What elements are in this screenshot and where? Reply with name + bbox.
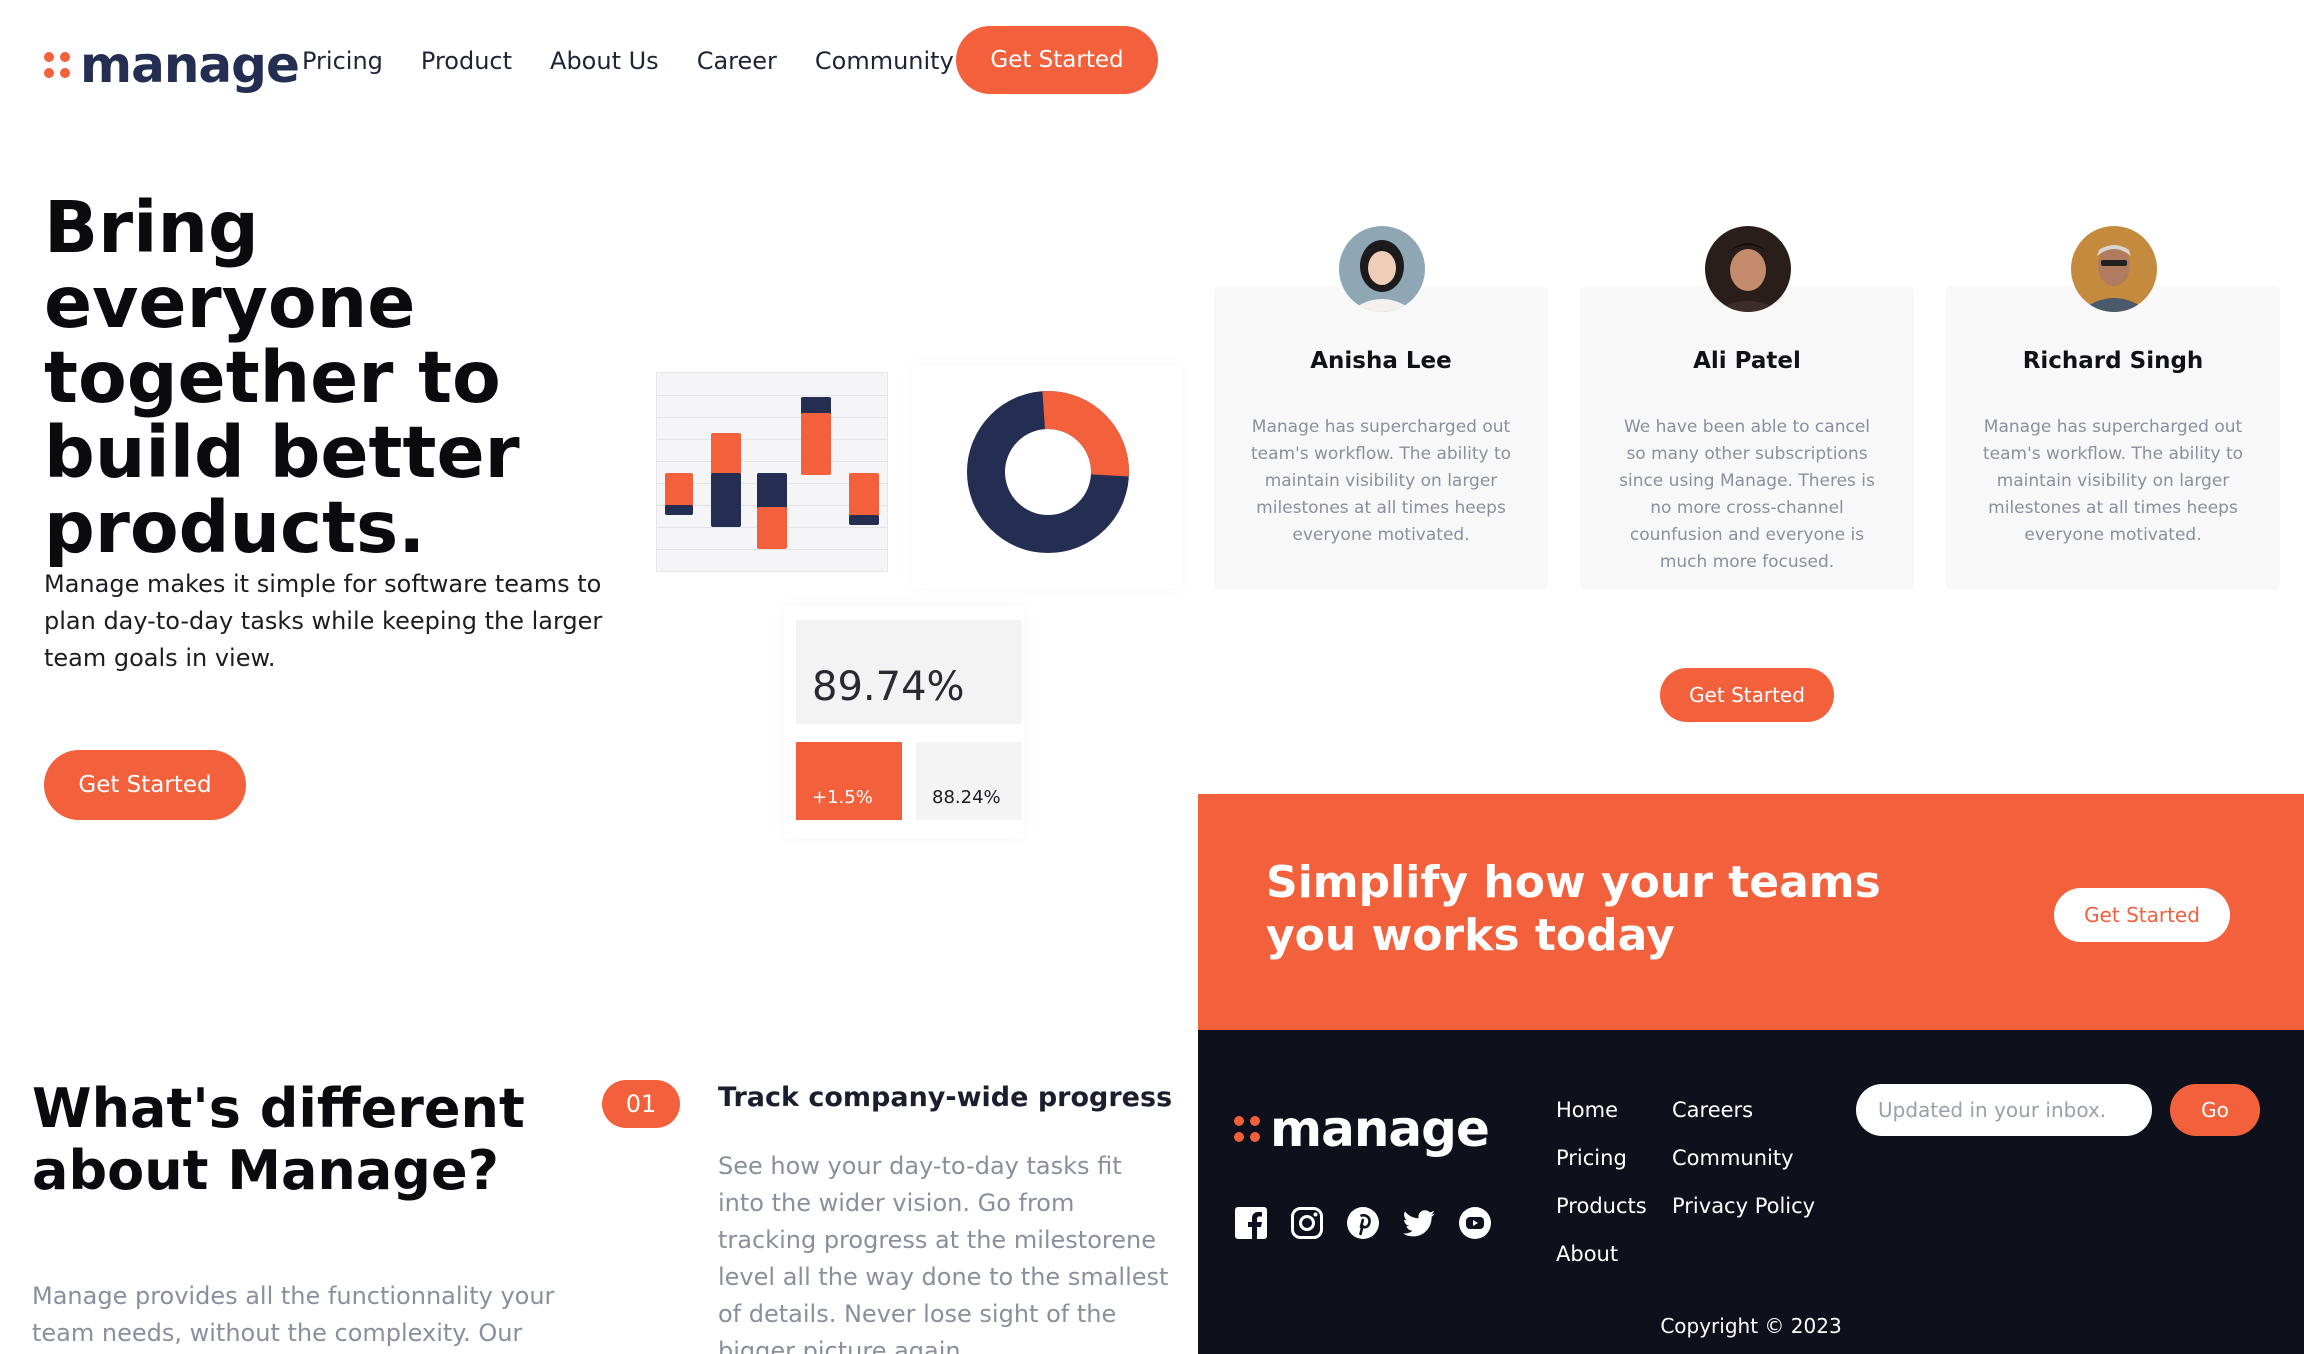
testimonial-card: Richard Singh Manage has supercharged ou…	[1946, 286, 2280, 590]
testimonial-name: Ali Patel	[1693, 348, 1801, 374]
cta-band-title: Simplify how your teams you works today	[1266, 857, 1881, 961]
different-text: Manage provides all the functionnality y…	[32, 1282, 555, 1347]
brand-logo[interactable]: manage	[44, 36, 300, 94]
testimonial-name: Anisha Lee	[1310, 348, 1452, 374]
cta-band-get-started-button[interactable]: Get Started	[2054, 888, 2230, 942]
footer-links-secondary: Careers Community Privacy Policy	[1672, 1086, 1815, 1230]
nav-item-product[interactable]: Product	[421, 44, 512, 78]
main-nav: Pricing Product About Us Career Communit…	[302, 44, 954, 78]
nav-item-career[interactable]: Career	[697, 44, 777, 78]
step-number-badge: 01	[602, 1080, 680, 1128]
hero-title: Bring everyone together to build better …	[44, 186, 520, 569]
testimonial-quote: Manage has supercharged out team's workf…	[1250, 417, 1512, 545]
footer-links-primary: Home Pricing Products About	[1556, 1086, 1647, 1278]
logo-text: manage	[1270, 1100, 1490, 1158]
nav-item-community[interactable]: Community	[815, 44, 954, 78]
footer-link-home[interactable]: Home	[1556, 1086, 1647, 1134]
footer: manage Home Pricing Products About Caree…	[1198, 1030, 2304, 1354]
twitter-icon[interactable]	[1402, 1206, 1436, 1240]
cta-band: Simplify how your teams you works today …	[1198, 794, 2304, 1030]
footer-link-community[interactable]: Community	[1672, 1134, 1815, 1182]
newsletter-email-input[interactable]	[1856, 1084, 2152, 1136]
instagram-icon[interactable]	[1290, 1206, 1324, 1240]
footer-link-privacy-policy[interactable]: Privacy Policy	[1672, 1182, 1815, 1230]
copyright-text: Copyright © 2023	[1660, 1314, 1842, 1338]
pinterest-icon[interactable]	[1346, 1206, 1380, 1240]
logo-dots-icon	[44, 52, 70, 78]
footer-link-careers[interactable]: Careers	[1672, 1086, 1815, 1134]
nav-item-about-us[interactable]: About Us	[550, 44, 659, 78]
hero-get-started-button[interactable]: Get Started	[44, 750, 246, 820]
nav-item-pricing[interactable]: Pricing	[302, 44, 383, 78]
testimonials-get-started-button[interactable]: Get Started	[1660, 668, 1834, 722]
logo-text: manage	[80, 36, 300, 94]
testimonial-card: Ali Patel We have been able to cancel so…	[1580, 286, 1914, 590]
footer-link-products[interactable]: Products	[1556, 1182, 1647, 1230]
stat-change-tile: +1.5%	[796, 742, 902, 820]
stats-card: 89.74% +1.5% 88.24%	[784, 606, 1024, 838]
avatar	[2071, 226, 2157, 312]
stat-change-value: +1.5%	[812, 787, 873, 808]
stat-secondary-tile: 88.24%	[916, 742, 1022, 820]
hero-subtitle: Manage makes it simple for software team…	[44, 570, 603, 672]
donut-chart-illustration	[912, 366, 1182, 588]
newsletter-go-button[interactable]: Go	[2170, 1084, 2260, 1136]
testimonial-quote: We have been able to cancel so many othe…	[1619, 417, 1875, 572]
logo-dots-icon	[1234, 1116, 1260, 1142]
testimonial-quote: Manage has supercharged out team's workf…	[1982, 417, 2244, 545]
different-title: What's different about Manage?	[32, 1077, 525, 1202]
step-title: Track company-wide progress	[718, 1082, 1173, 1113]
nav-get-started-button[interactable]: Get Started	[956, 26, 1158, 94]
facebook-icon[interactable]	[1234, 1206, 1268, 1240]
footer-link-pricing[interactable]: Pricing	[1556, 1134, 1647, 1182]
stat-main-value: 89.74%	[812, 664, 965, 710]
stat-secondary-value: 88.24%	[932, 787, 1001, 808]
avatar	[1705, 226, 1791, 312]
youtube-icon[interactable]	[1458, 1206, 1492, 1240]
avatar	[1339, 226, 1425, 312]
step-text: See how your day-to-day tasks fit into t…	[718, 1152, 1169, 1354]
testimonial-card: Anisha Lee Manage has supercharged out t…	[1214, 286, 1548, 590]
footer-logo[interactable]: manage	[1234, 1100, 1490, 1158]
footer-link-about[interactable]: About	[1556, 1230, 1647, 1278]
social-links	[1234, 1206, 1492, 1240]
bar-chart-illustration	[656, 372, 888, 572]
testimonial-name: Richard Singh	[2022, 348, 2204, 374]
